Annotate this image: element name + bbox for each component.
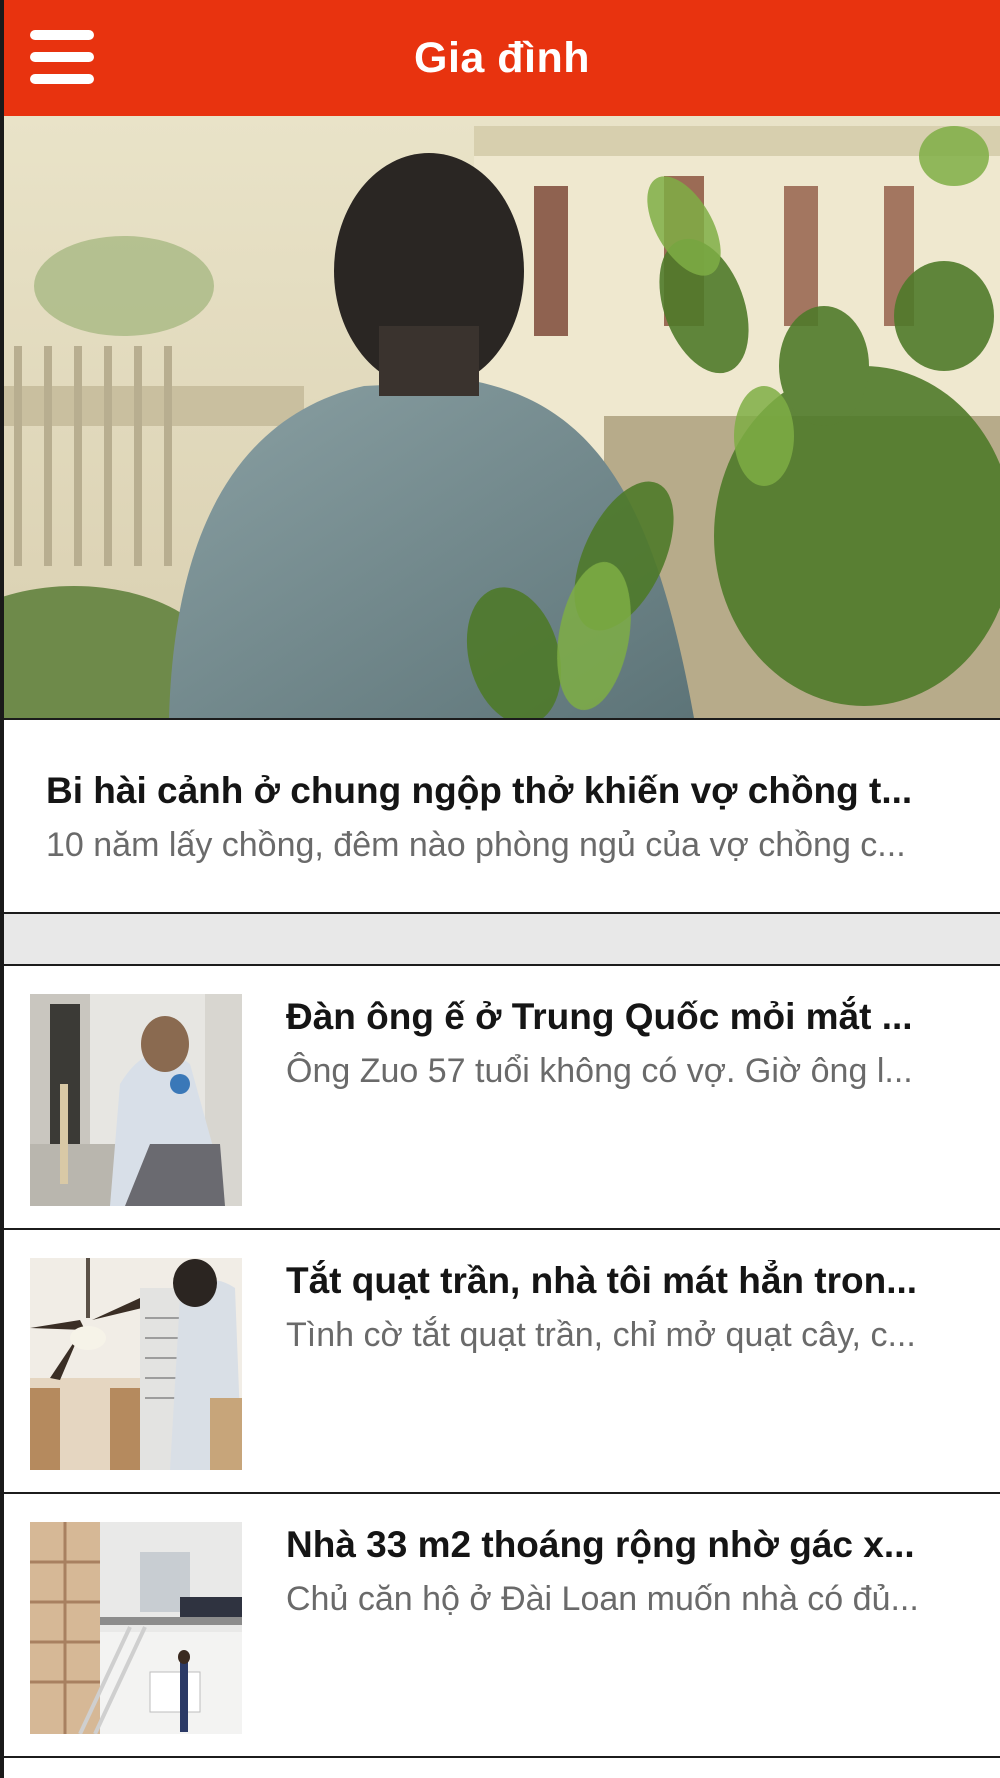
article-thumbnail — [30, 994, 242, 1206]
featured-article-title: Bi hài cảnh ở chung ngộp thở khiến vợ ch… — [46, 770, 913, 811]
thumbnail-photo-man-crouching — [30, 994, 242, 1206]
list-item[interactable]: Tắt quạt trần, nhà tôi mát hẳn tron... T… — [4, 1230, 1000, 1494]
article-thumbnail — [30, 1258, 242, 1470]
page-title: Gia đình — [414, 34, 590, 82]
menu-bar-bottom — [30, 74, 94, 84]
featured-article-summary: 10 năm lấy chồng, đêm nào phòng ngủ của … — [46, 826, 906, 864]
menu-bar-top — [30, 30, 94, 40]
list-item[interactable]: Nhà 33 m2 thoáng rộng nhờ gác x... Chủ c… — [4, 1494, 1000, 1758]
list-item[interactable]: Đàn ông ế ở Trung Quốc mỏi mắt ... Ông Z… — [4, 966, 1000, 1230]
featured-article-image[interactable] — [4, 116, 1000, 718]
featured-photo-graphic — [4, 116, 1000, 718]
article-thumbnail — [30, 1522, 242, 1734]
article-title: Tắt quạt trần, nhà tôi mát hẳn tron... — [286, 1260, 918, 1301]
top-app-bar: Gia đình — [4, 0, 1000, 116]
featured-article[interactable]: Bi hài cảnh ở chung ngộp thở khiến vợ ch… — [4, 718, 1000, 914]
article-title: Đàn ông ế ở Trung Quốc mỏi mắt ... — [286, 996, 913, 1037]
menu-bar-middle — [30, 52, 94, 62]
article-summary: Chủ căn hộ ở Đài Loan muốn nhà có đủ... — [286, 1580, 919, 1618]
article-summary: Tình cờ tắt quạt trần, chỉ mở quạt cây, … — [286, 1316, 916, 1354]
thumbnail-photo-loft-apartment — [30, 1522, 242, 1734]
article-title: Nhà 33 m2 thoáng rộng nhờ gác x... — [286, 1524, 915, 1565]
thumbnail-photo-ceiling-fan — [30, 1258, 242, 1470]
hamburger-menu-icon[interactable] — [28, 26, 98, 88]
article-summary: Ông Zuo 57 tuổi không có vợ. Giờ ông l..… — [286, 1052, 913, 1090]
app-screen: Gia đình Bi hài cảnh ở chung ngộp thở kh… — [0, 0, 1000, 1778]
section-separator — [4, 914, 1000, 966]
